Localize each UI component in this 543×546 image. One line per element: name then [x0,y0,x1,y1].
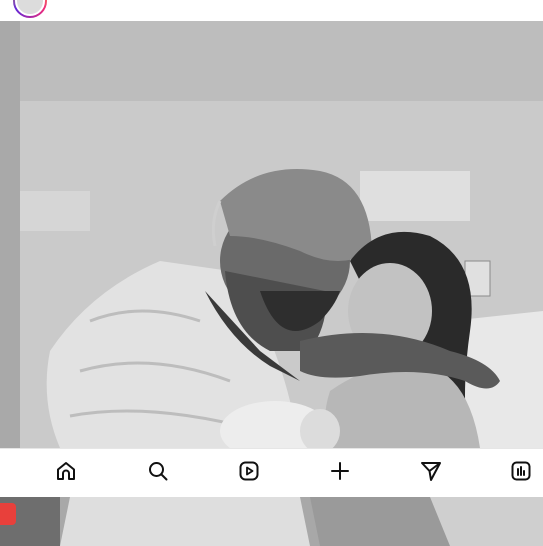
post-photo[interactable] [0,21,543,448]
nav-create[interactable] [317,449,363,498]
send-icon [419,459,443,488]
insights-icon [509,459,533,488]
bottom-navigation [0,448,543,497]
nav-send[interactable] [408,449,454,498]
reels-icon [237,459,261,488]
create-icon [328,459,352,488]
live-badge [0,503,16,525]
profile-avatar[interactable] [13,0,47,18]
nav-search[interactable] [135,449,181,498]
next-photo-illustration [0,497,543,546]
nav-reels[interactable] [226,449,272,498]
home-icon [54,459,78,488]
nav-home[interactable] [43,449,89,498]
top-bar [0,0,543,21]
nav-insights[interactable] [498,449,543,498]
photo-illustration [0,21,543,448]
next-post-photo[interactable] [0,497,543,546]
search-icon [146,459,170,488]
avatar-image [15,0,45,16]
